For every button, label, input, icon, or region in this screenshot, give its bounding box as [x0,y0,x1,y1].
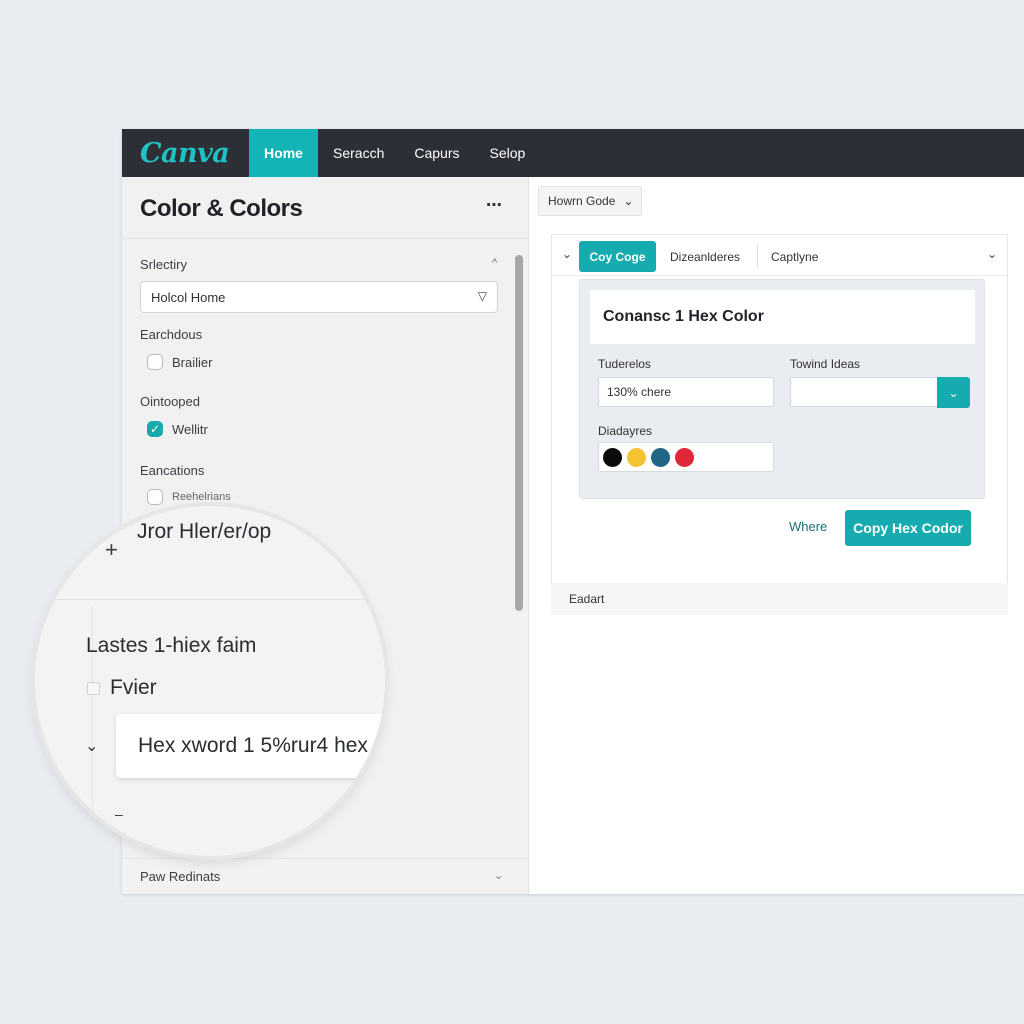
nav-search[interactable]: Seracch [318,129,399,177]
checkbox-row-brailier[interactable]: Brailier [147,354,212,370]
card-footer: Eadart [551,583,1008,615]
nav-capurs[interactable]: Capurs [399,129,474,177]
more-options-icon[interactable]: ⋯ [486,195,503,215]
form-title-box: Conansc 1 Hex Color [590,290,975,344]
hex-color-card: ⌄ Coy Coge Dizeanlderes Captlyne ⌄ Conan… [551,234,1008,584]
towind-ideas-input[interactable] [790,377,938,407]
chevron-down-icon: ⌄ [494,870,504,882]
magnified-content: Jror Hler/er/op + Lastes 1-hiex faim Fvi… [35,506,385,856]
form-title: Conansc 1 Hex Color [603,308,764,325]
footer-label: Eadart [569,592,605,606]
checkbox-label: Wellitr [172,421,208,437]
chevron-down-icon[interactable]: ⌄ [562,247,572,261]
checkbox-label: Brailier [172,354,213,370]
dropdown-toggle-button[interactable]: ⌄ [937,377,970,408]
color-swatch-yellow[interactable] [627,448,646,467]
mode-dropdown-button[interactable]: Howrn Gode ⌄ [538,186,642,216]
panel-header: Color & Colors ⋯ [122,177,528,239]
brailier-checkbox[interactable] [147,354,163,370]
tab-divider [757,245,758,267]
magnified-hex-input[interactable]: Hex xword 1 5%rur4 hex [116,714,385,778]
color-swatch-black[interactable] [603,448,622,467]
panel-title: Color & Colors [140,195,303,222]
wellitr-checkbox-checked[interactable]: ✓ [147,421,163,437]
select-value: Holcol Home [151,290,226,305]
hex-color-form: Conansc 1 Hex Color Tuderelos 130% chere… [579,279,985,499]
panel-scrollbar[interactable] [515,255,523,611]
magnified-checkbox[interactable] [87,682,100,695]
tab-dizeanlderes[interactable]: Dizeanlderes [670,241,740,272]
where-link[interactable]: Where [789,519,827,534]
swatch-row [598,442,774,472]
magnified-label: Lastes 1-hiex faim [86,634,257,657]
chevron-down-icon: ⌄ [623,194,634,208]
mode-label: Howrn Gode [548,194,616,208]
footer-label: Paw Redinats [140,869,221,884]
section-label-selectiry: Srlectiry [140,257,187,272]
double-chevron-down-icon: ⌄ [948,385,959,400]
field-label-towind-ideas: Towind Ideas [790,357,861,371]
chevron-down-icon[interactable]: ⌄ [85,736,98,756]
checkbox-label: Reehelrians [172,491,231,503]
chevron-down-icon[interactable]: ⌄ [987,247,997,261]
section-label-eancations: Eancations [140,463,205,478]
card-tab-bar: ⌄ Coy Coge Dizeanlderes Captlyne ⌄ [552,235,1007,276]
checkbox-row-reehelrians[interactable]: Reehelrians [147,489,231,505]
divider [35,599,385,600]
top-nav-bar: Canva Home Seracch Capurs Selop [122,129,1024,177]
field-label-tuderelos: Tuderelos [598,357,651,371]
checkbox-row-wellitr[interactable]: ✓ Wellitr [147,421,208,437]
reehelrians-checkbox[interactable] [147,489,163,505]
panel-footer-row[interactable]: Paw Redinats ⌄ [122,858,528,894]
section-label-ointooped: Ointooped [140,394,200,409]
chevron-up-icon[interactable]: ^ [492,257,497,269]
nav-home[interactable]: Home [249,129,318,177]
nav-selop[interactable]: Selop [475,129,541,177]
triangle-down-icon: ▽ [477,289,487,303]
canva-logo[interactable]: Canva [122,129,249,177]
field-label-diadayres: Diadayres [598,424,653,438]
home-select[interactable]: Holcol Home ▽ [140,281,498,313]
tab-copy-code[interactable]: Coy Coge [579,241,656,272]
tuderelos-input[interactable]: 130% chere [598,377,774,407]
color-swatch-blue[interactable] [651,448,670,467]
tab-captlyne[interactable]: Captlyne [771,241,818,272]
magnifier-lens: Jror Hler/er/op + Lastes 1-hiex faim Fvi… [35,506,385,856]
minus-icon[interactable]: – [115,806,123,822]
section-label-earchdous: Earchdous [140,327,203,342]
magnified-heading: Jror Hler/er/op [137,520,272,543]
magnified-checkbox-label: Fvier [110,676,157,699]
copy-hex-color-button[interactable]: Copy Hex Codor [845,510,971,546]
plus-icon[interactable]: + [105,537,118,563]
color-swatch-red[interactable] [675,448,694,467]
